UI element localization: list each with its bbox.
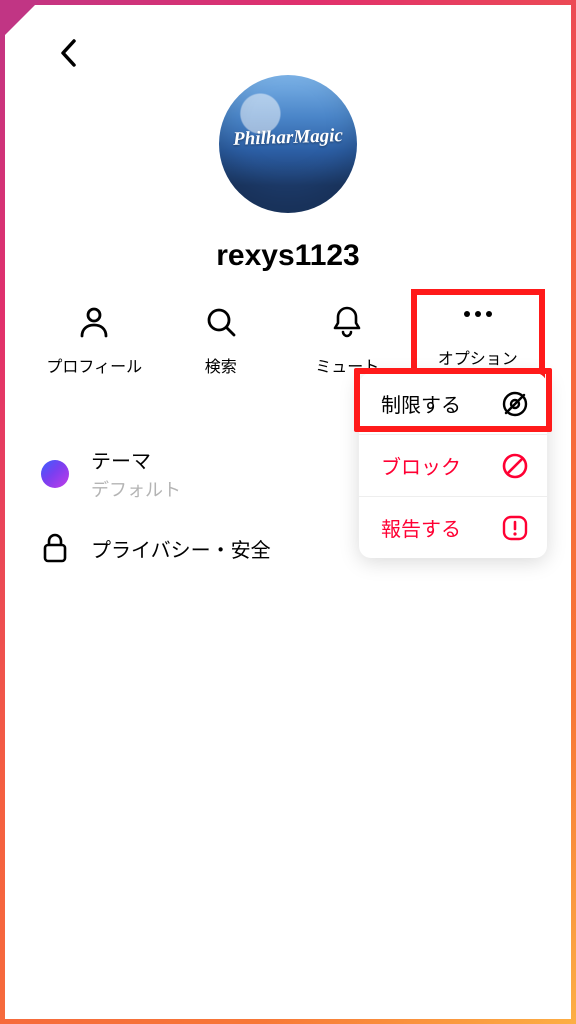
block-label: ブロック [381, 451, 461, 480]
search-icon [205, 305, 237, 339]
restrict-menu-item[interactable]: 制限する [359, 373, 547, 434]
alert-icon [501, 514, 529, 542]
search-action-label: 検索 [205, 353, 237, 377]
person-icon [79, 305, 109, 339]
theme-color-icon [41, 460, 69, 488]
back-button[interactable] [49, 33, 89, 73]
restrict-label: 制限する [381, 389, 461, 418]
chevron-left-icon [59, 38, 79, 68]
profile-action-label: プロフィール [46, 353, 142, 377]
block-menu-item[interactable]: ブロック [359, 434, 547, 496]
mute-action[interactable]: ミュート [286, 297, 409, 385]
more-icon [464, 297, 492, 331]
options-action-label: オプション [438, 345, 518, 369]
eye-slash-icon [501, 390, 529, 418]
bell-icon [332, 305, 362, 339]
report-label: 報告する [381, 513, 461, 542]
profile-action[interactable]: プロフィール [33, 297, 156, 385]
options-dropdown: 制限する ブロック 報告する [359, 373, 547, 558]
report-menu-item[interactable]: 報告する [359, 496, 547, 558]
lock-icon [37, 530, 73, 566]
search-action[interactable]: 検索 [160, 297, 283, 385]
profile-avatar[interactable] [219, 75, 357, 213]
username-label: rexys1123 [5, 239, 571, 273]
block-icon [501, 452, 529, 480]
